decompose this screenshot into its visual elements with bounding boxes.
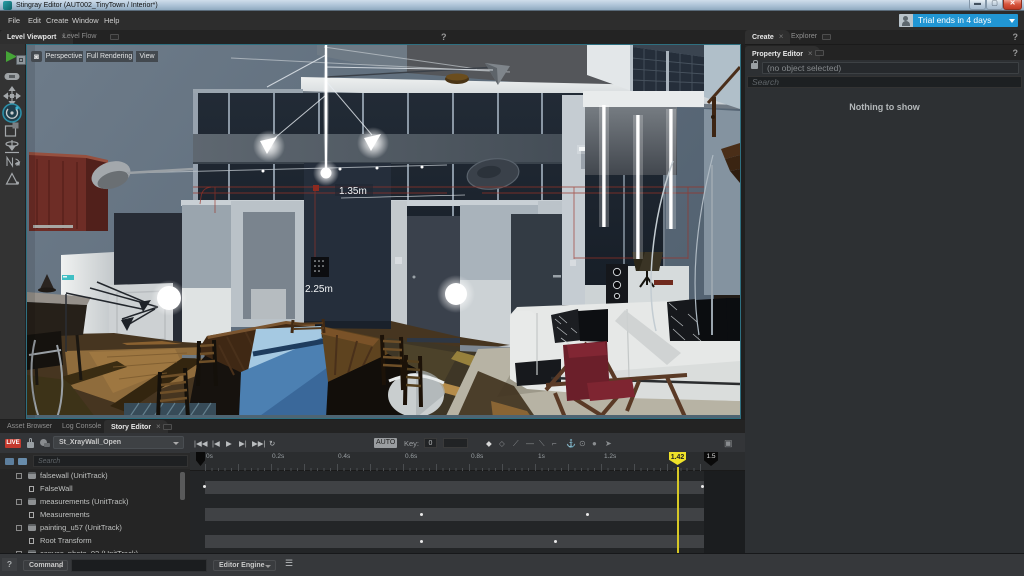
svg-text:1.35m: 1.35m [339,186,367,197]
svg-text:2.25m: 2.25m [305,284,333,295]
